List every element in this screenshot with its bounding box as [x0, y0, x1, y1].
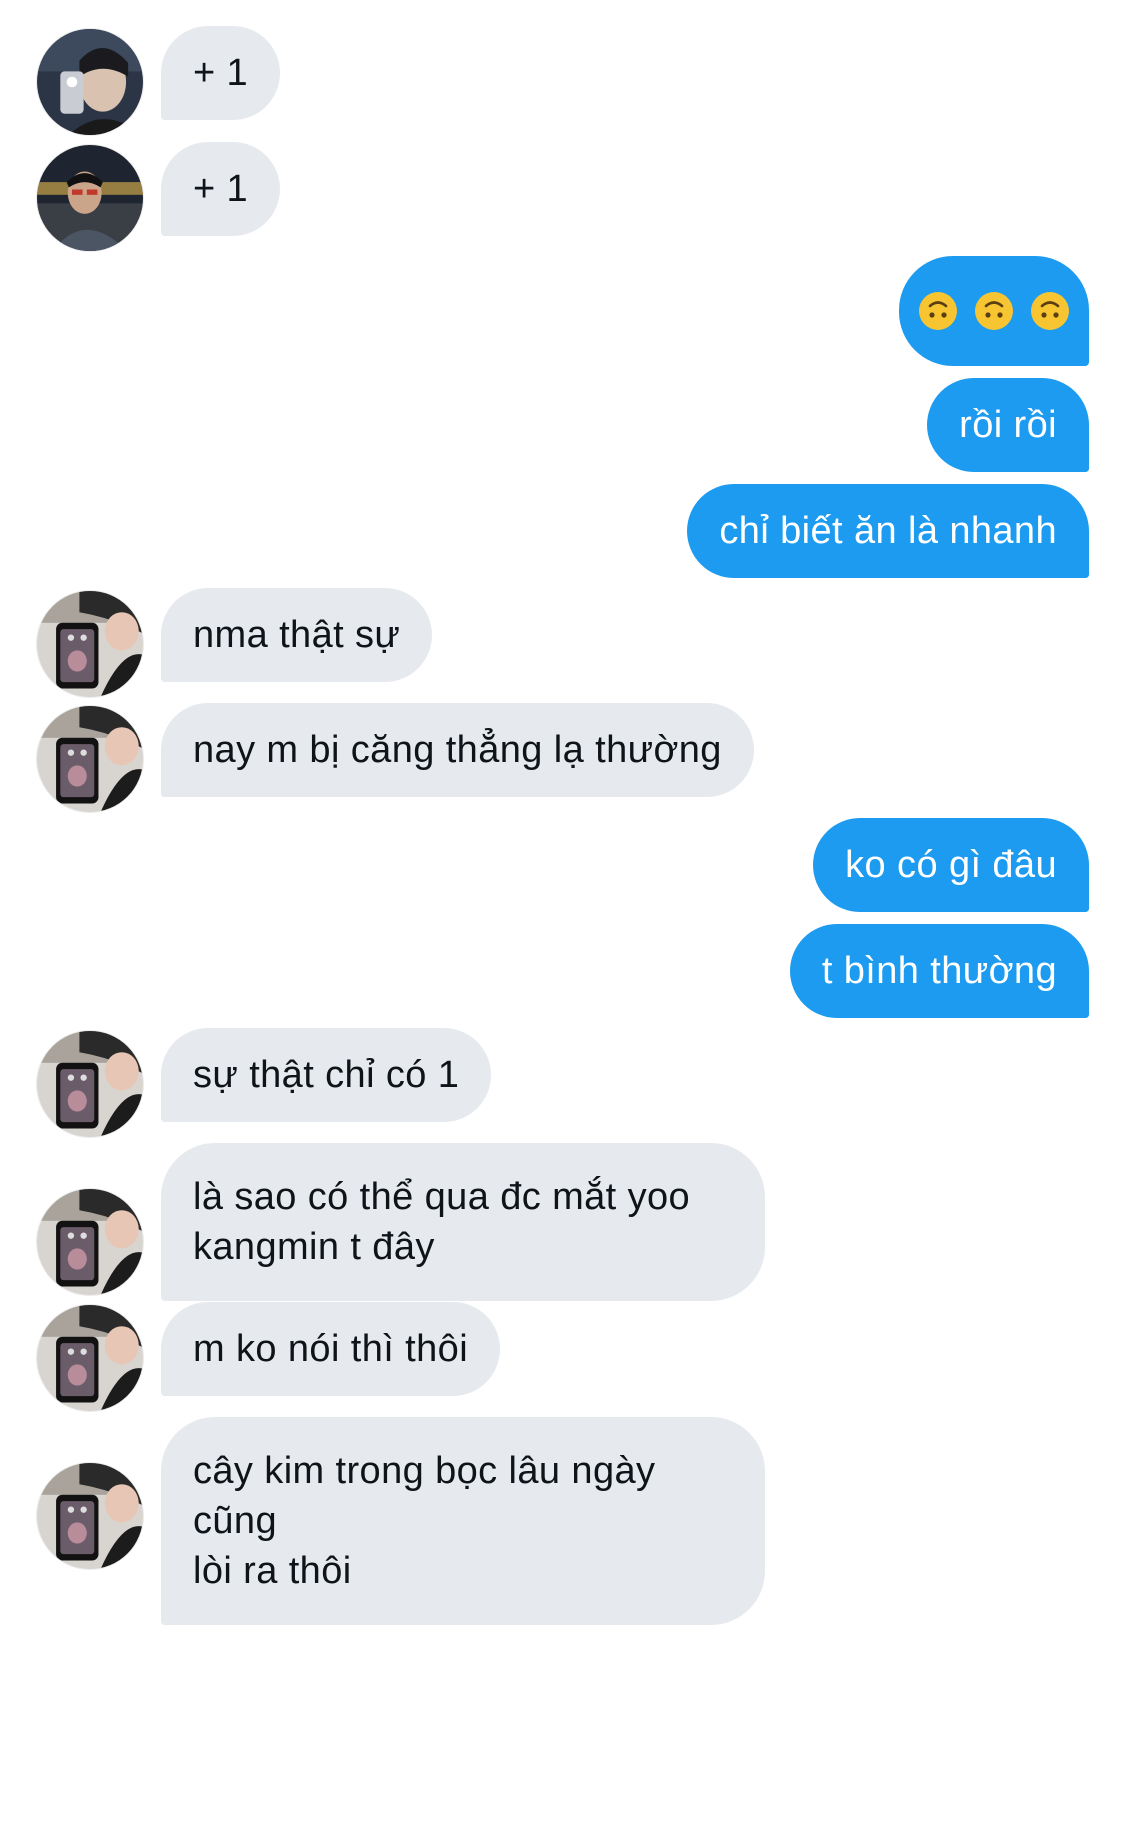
avatar-phone-selfie-image: [37, 1305, 143, 1411]
emoji-group: [919, 256, 1069, 366]
message-bubble-outgoing[interactable]: ko có gì đâu: [813, 818, 1089, 912]
avatar[interactable]: [36, 705, 144, 813]
avatar-phone-selfie-image: [37, 1189, 143, 1295]
message-bubble-outgoing[interactable]: [899, 256, 1089, 366]
message-bubble-outgoing[interactable]: rồi rồi: [927, 378, 1089, 472]
avatar-phone-selfie-image: [37, 1463, 143, 1569]
avatar-phone-selfie-image: [37, 706, 143, 812]
message-bubble-incoming[interactable]: nay m bị căng thẳng lạ thường: [161, 703, 754, 797]
avatar-phone-selfie-image: [37, 1031, 143, 1137]
message-bubble-outgoing[interactable]: t bình thường: [789, 924, 1089, 1018]
avatar-outdoor-night-image: [37, 145, 143, 251]
upside-down-face-icon: [974, 291, 1014, 331]
avatar-phone-selfie-image: [37, 591, 143, 697]
avatar[interactable]: [36, 1030, 144, 1138]
upside-down-face-icon: [918, 291, 958, 331]
avatar[interactable]: [36, 1462, 144, 1570]
message-bubble-incoming[interactable]: cây kim trong bọc lâu ngày cũng lòi ra t…: [161, 1417, 765, 1625]
avatar[interactable]: [36, 1188, 144, 1296]
message-line: lòi ra thôi: [193, 1550, 352, 1592]
message-bubble-outgoing[interactable]: chỉ biết ăn là nhanh: [687, 484, 1089, 578]
avatar[interactable]: [36, 590, 144, 698]
avatar[interactable]: [36, 28, 144, 136]
message-line: là sao có thể qua đc mắt yoo: [193, 1176, 691, 1218]
message-thread: + 1 + 1 rồi rồi chỉ biết ăn là nhanh nma…: [0, 0, 1125, 1835]
avatar[interactable]: [36, 144, 144, 252]
message-bubble-incoming[interactable]: m ko nói thì thôi: [161, 1302, 501, 1396]
message-line: cây kim trong bọc lâu ngày cũng: [193, 1450, 656, 1542]
message-bubble-incoming[interactable]: + 1: [161, 142, 281, 236]
avatar-mirror-selfie-image: [37, 29, 143, 135]
message-bubble-incoming[interactable]: + 1: [161, 26, 281, 120]
avatar[interactable]: [36, 1304, 144, 1412]
message-line: kangmin t đây: [193, 1226, 435, 1268]
message-bubble-incoming[interactable]: sự thật chỉ có 1: [161, 1028, 492, 1122]
message-bubble-incoming[interactable]: là sao có thể qua đc mắt yoo kangmin t đ…: [161, 1143, 765, 1301]
message-bubble-incoming[interactable]: nma thật sự: [161, 588, 433, 682]
upside-down-face-icon: [1030, 291, 1070, 331]
